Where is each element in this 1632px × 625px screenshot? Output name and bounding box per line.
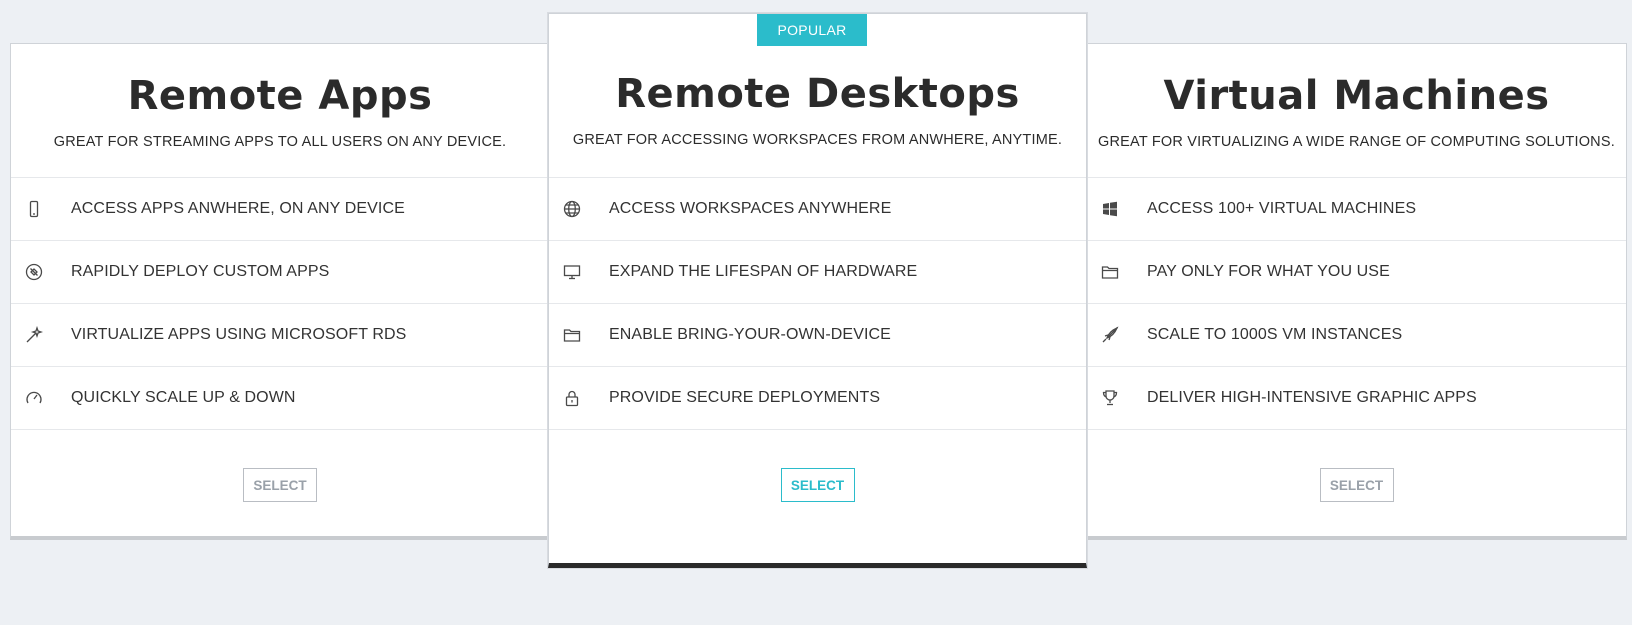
select-button[interactable]: SELECT: [1319, 468, 1394, 502]
plan-subtitle: GREAT FOR STREAMING APPS TO ALL USERS ON…: [53, 134, 507, 150]
feature-list: ACCESS APPS ANWHERE, ON ANY DEVICE RAPID…: [11, 178, 549, 430]
speedometer-icon: [11, 389, 71, 407]
plan-card-virtual-machines: Virtual Machines GREAT FOR VIRTUALIZING …: [1086, 43, 1627, 540]
feature-item: QUICKLY SCALE UP & DOWN: [11, 367, 549, 430]
feature-label: PAY ONLY FOR WHAT YOU USE: [1147, 263, 1390, 280]
feature-item: ACCESS APPS ANWHERE, ON ANY DEVICE: [11, 178, 549, 241]
feature-label: SCALE TO 1000S VM INSTANCES: [1147, 326, 1403, 343]
plan-footer: SELECT: [1087, 430, 1626, 540]
feature-item: ACCESS WORKSPACES ANYWHERE: [549, 178, 1086, 241]
feature-label: ACCESS WORKSPACES ANYWHERE: [609, 200, 892, 217]
feature-item: PROVIDE SECURE DEPLOYMENTS: [549, 367, 1086, 430]
folder-icon: [1087, 263, 1147, 281]
lock-icon: [549, 389, 609, 407]
feature-label: ACCESS 100+ VIRTUAL MACHINES: [1147, 200, 1417, 217]
compass-icon: [11, 263, 71, 281]
feature-item: VIRTUALIZE APPS USING MICROSOFT RDS: [11, 304, 549, 367]
feature-list: ACCESS WORKSPACES ANYWHERE EXPAND THE LI…: [549, 178, 1086, 430]
plan-footer: SELECT: [549, 430, 1086, 540]
feature-item: EXPAND THE LIFESPAN OF HARDWARE: [549, 241, 1086, 304]
plan-header: Remote Apps GREAT FOR STREAMING APPS TO …: [11, 44, 549, 178]
plan-subtitle: GREAT FOR VIRTUALIZING A WIDE RANGE OF C…: [1098, 134, 1615, 150]
select-button[interactable]: SELECT: [780, 468, 855, 502]
plan-card-remote-desktops: POPULAR Remote Desktops GREAT FOR ACCESS…: [548, 13, 1087, 568]
plan-subtitle: GREAT FOR ACCESSING WORKSPACES FROM ANWH…: [572, 132, 1063, 148]
feature-label: PROVIDE SECURE DEPLOYMENTS: [609, 389, 881, 406]
plan-header: Virtual Machines GREAT FOR VIRTUALIZING …: [1087, 44, 1626, 178]
feature-label: ENABLE BRING-YOUR-OWN-DEVICE: [609, 326, 891, 343]
plan-title: Virtual Machines: [1163, 73, 1550, 119]
rocket-icon: [1087, 326, 1147, 344]
feature-item: SCALE TO 1000S VM INSTANCES: [1087, 304, 1626, 367]
feature-item: ACCESS 100+ VIRTUAL MACHINES: [1087, 178, 1626, 241]
feature-label: RAPIDLY DEPLOY CUSTOM APPS: [71, 263, 330, 280]
globe-icon: [549, 200, 609, 218]
feature-label: DELIVER HIGH-INTENSIVE GRAPHIC APPS: [1147, 389, 1477, 406]
plan-title: Remote Apps: [127, 73, 433, 119]
plan-footer: SELECT: [11, 430, 549, 540]
select-button[interactable]: SELECT: [243, 468, 317, 502]
mobile-icon: [11, 200, 71, 218]
folder-icon: [549, 326, 609, 344]
feature-label: EXPAND THE LIFESPAN OF HARDWARE: [609, 263, 918, 280]
plan-card-remote-apps: Remote Apps GREAT FOR STREAMING APPS TO …: [10, 43, 550, 540]
windows-icon: [1087, 200, 1147, 218]
pricing-section: Remote Apps GREAT FOR STREAMING APPS TO …: [0, 0, 1632, 625]
monitor-icon: [549, 263, 609, 281]
feature-label: VIRTUALIZE APPS USING MICROSOFT RDS: [71, 326, 407, 343]
feature-label: ACCESS APPS ANWHERE, ON ANY DEVICE: [71, 200, 405, 217]
magic-wand-icon: [11, 326, 71, 344]
feature-item: RAPIDLY DEPLOY CUSTOM APPS: [11, 241, 549, 304]
trophy-icon: [1087, 389, 1147, 407]
feature-item: PAY ONLY FOR WHAT YOU USE: [1087, 241, 1626, 304]
feature-item: ENABLE BRING-YOUR-OWN-DEVICE: [549, 304, 1086, 367]
plan-title: Remote Desktops: [615, 71, 1020, 117]
popular-badge: POPULAR: [757, 14, 867, 46]
feature-list: ACCESS 100+ VIRTUAL MACHINES PAY ONLY FO…: [1087, 178, 1626, 430]
feature-label: QUICKLY SCALE UP & DOWN: [71, 389, 296, 406]
feature-item: DELIVER HIGH-INTENSIVE GRAPHIC APPS: [1087, 367, 1626, 430]
